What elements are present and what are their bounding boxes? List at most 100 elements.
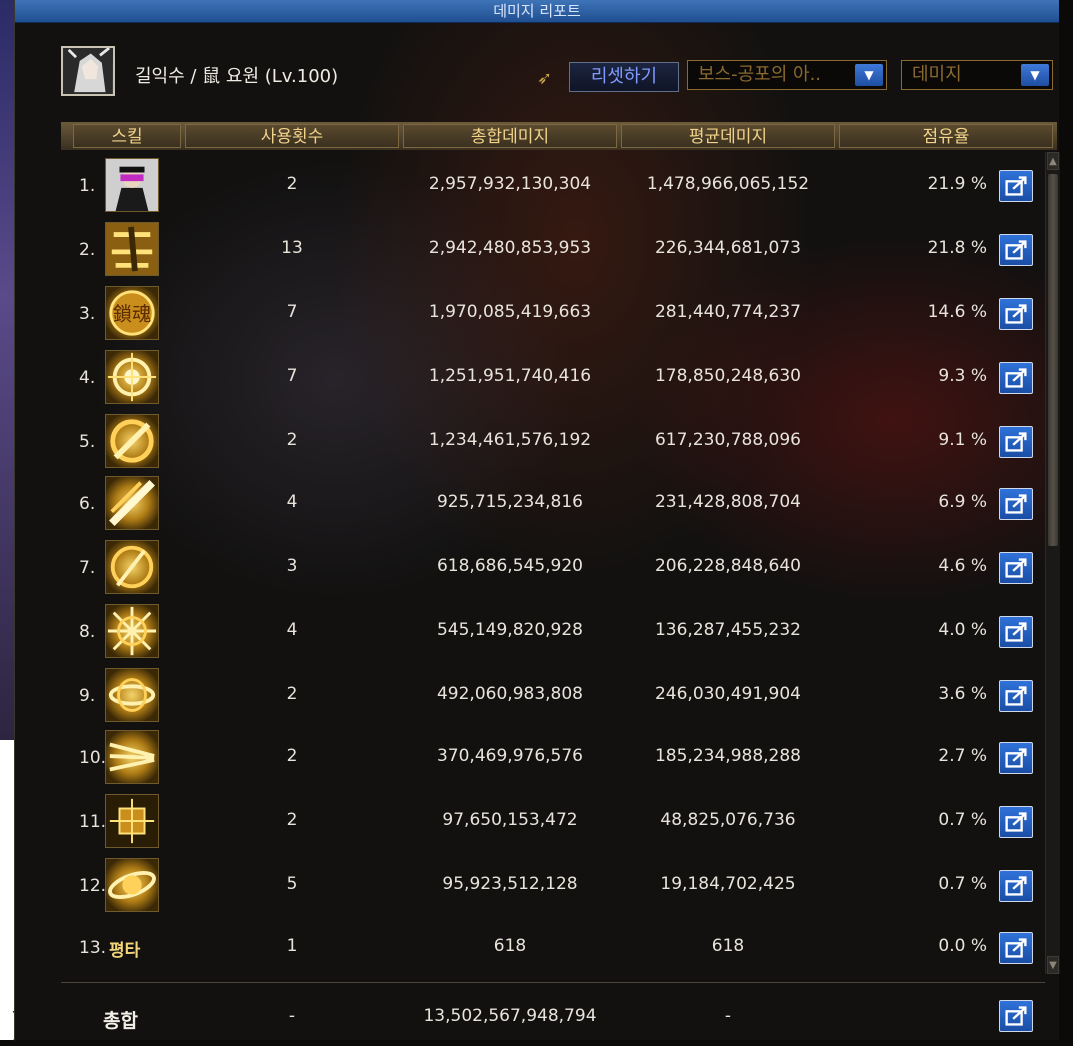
table-row[interactable]: 6. 4 925,715,234,816 231,428,808,704 6.9 % (61, 472, 1041, 536)
average-damage: 19,184,702,425 (660, 874, 796, 894)
share-icon[interactable] (999, 932, 1033, 964)
total-damage: 97,650,153,472 (442, 810, 578, 830)
slash-circle-icon (105, 414, 159, 468)
target-burst-icon (105, 350, 159, 404)
average-damage: 136,287,455,232 (654, 620, 801, 640)
average-damage: 48,825,076,736 (660, 810, 796, 830)
chevron-down-icon[interactable]: ▼ (1021, 64, 1049, 86)
share-percent: 9.3 % (938, 366, 987, 386)
total-average: - (724, 1006, 732, 1026)
use-count: 2 (286, 746, 298, 766)
report-header: 길익수 / 鼠 요원 (Lv.100) ➶ 리셋하기 보스-공포의 아.. ▼ … (15, 40, 1059, 100)
damage-type-select-value: 데미지 (912, 64, 962, 85)
share-icon[interactable] (999, 488, 1033, 520)
target-select[interactable]: 보스-공포의 아.. ▼ (687, 60, 887, 90)
share-percent: 0.0 % (938, 936, 987, 956)
table-row[interactable]: 8. 4 545,149,820,928 136,287,455,232 4.0 % (61, 600, 1041, 664)
column-header-uses[interactable]: 사용횟수 (185, 124, 399, 148)
share-icon[interactable] (999, 616, 1033, 648)
share-percent: 0.7 % (938, 810, 987, 830)
scroll-thumb[interactable] (1048, 174, 1058, 546)
orbit-slash-icon (105, 858, 159, 912)
use-count: 2 (286, 430, 298, 450)
total-damage: 2,957,932,130,304 (428, 174, 592, 194)
table-row[interactable]: 7. 3 618,686,545,920 206,228,848,640 4.6 % (61, 536, 1041, 600)
chevron-down-icon[interactable]: ▼ (855, 64, 883, 86)
total-damage: 545,149,820,928 (436, 620, 583, 640)
character-name: 길익수 / 鼠 요원 (Lv.100) (135, 66, 339, 87)
column-header-skill[interactable]: 스킬 (73, 124, 181, 148)
kick-icon (105, 222, 159, 276)
average-damage: 246,030,491,904 (654, 684, 801, 704)
table-row[interactable]: 5. 2 1,234,461,576,192 617,230,788,096 9.1 % (61, 410, 1041, 474)
total-damage: 618 (493, 936, 527, 956)
share-icon[interactable] (999, 426, 1033, 458)
total-damage: 925,715,234,816 (436, 492, 583, 512)
share-icon[interactable] (999, 742, 1033, 774)
table-row[interactable]: 12. 5 95,923,512,128 19,184,702,425 0.7 % (61, 854, 1041, 918)
reset-button[interactable]: 리셋하기 (569, 62, 679, 92)
table-row[interactable]: 1. 2 2,957,932,130,304 1,478,966,065,152 21.… (61, 154, 1041, 218)
total-uses: - (288, 1006, 296, 1026)
total-damage: 1,251,951,740,416 (428, 366, 592, 386)
damage-type-select[interactable]: 데미지 ▼ (901, 60, 1053, 90)
scroll-down-icon[interactable]: ▼ (1047, 956, 1059, 974)
use-count: 4 (286, 620, 298, 640)
average-damage: 185,234,988,288 (654, 746, 801, 766)
table-row[interactable]: 2. 13 2,942,480,853,953 226,344,681,073 21.8… (61, 218, 1041, 282)
table-row[interactable]: 13. 평타 1 618 618 0.0 % (61, 916, 1041, 980)
total-damage: 618,686,545,920 (436, 556, 583, 576)
share-percent: 14.6 % (927, 302, 987, 322)
total-damage: 1,234,461,576,192 (428, 430, 592, 450)
share-percent: 2.7 % (938, 746, 987, 766)
star-burst-icon (105, 604, 159, 658)
whirlwind-icon (105, 668, 159, 722)
spin-slash-icon (105, 540, 159, 594)
table-row[interactable]: 10. 2 370,469,976,576 185,234,988,288 2.7 % (61, 726, 1041, 790)
divider (61, 982, 1045, 983)
use-count: 2 (286, 684, 298, 704)
pin-icon[interactable]: ➶ (537, 68, 552, 89)
skill-name: 평타 (109, 941, 141, 961)
share-icon[interactable] (999, 234, 1033, 266)
scroll-up-icon[interactable]: ▲ (1047, 152, 1059, 170)
target-select-value: 보스-공포의 아.. (698, 64, 822, 85)
total-damage: 95,923,512,128 (442, 874, 578, 894)
average-damage: 178,850,248,630 (654, 366, 801, 386)
share-icon[interactable] (999, 552, 1033, 584)
column-header-average-damage[interactable]: 평균데미지 (621, 124, 835, 148)
use-count: 3 (286, 556, 298, 576)
share-icon[interactable] (999, 870, 1033, 902)
share-percent: 21.8 % (927, 238, 987, 258)
total-damage: 370,469,976,576 (436, 746, 583, 766)
share-icon[interactable] (999, 1000, 1033, 1032)
average-damage: 1,478,966,065,152 (646, 174, 810, 194)
share-percent: 4.6 % (938, 556, 987, 576)
scrollbar[interactable]: ▲ ▼ (1045, 152, 1060, 974)
use-count: 1 (286, 936, 298, 956)
total-row: 총합 - 13,502,567,948,794 - (61, 986, 1041, 1040)
share-icon[interactable] (999, 170, 1033, 202)
column-header-total-damage[interactable]: 총합데미지 (403, 124, 617, 148)
column-header-share[interactable]: 점유율 (839, 124, 1053, 148)
total-damage: 1,970,085,419,663 (428, 302, 592, 322)
average-damage: 231,428,808,704 (654, 492, 801, 512)
share-icon[interactable] (999, 680, 1033, 712)
table-row[interactable]: 11. 2 97,650,153,472 48,825,076,736 0.7 % (61, 790, 1041, 854)
svg-text:鎖魂: 鎖魂 (113, 303, 152, 326)
use-count: 5 (286, 874, 298, 894)
table-row[interactable]: 3. 鎖魂 7 1,970,085,419,663 281,440,774,237 14.… (61, 282, 1041, 346)
share-percent: 9.1 % (938, 430, 987, 450)
share-icon[interactable] (999, 298, 1033, 330)
total-label: 총합 (103, 1010, 138, 1032)
share-icon[interactable] (999, 806, 1033, 838)
share-percent: 0.7 % (938, 874, 987, 894)
table-row[interactable]: 4. 7 1,251,951,740,416 178,850,248,630 9.3 % (61, 346, 1041, 410)
window-title[interactable]: 데미지 리포트 (15, 0, 1059, 23)
average-damage: 281,440,774,237 (654, 302, 801, 322)
share-icon[interactable] (999, 362, 1033, 394)
character-portrait-icon (63, 46, 113, 94)
table-row[interactable]: 9. 2 492,060,983,808 246,030,491,904 3.6 % (61, 664, 1041, 728)
use-count: 13 (281, 238, 303, 258)
share-percent: 6.9 % (938, 492, 987, 512)
